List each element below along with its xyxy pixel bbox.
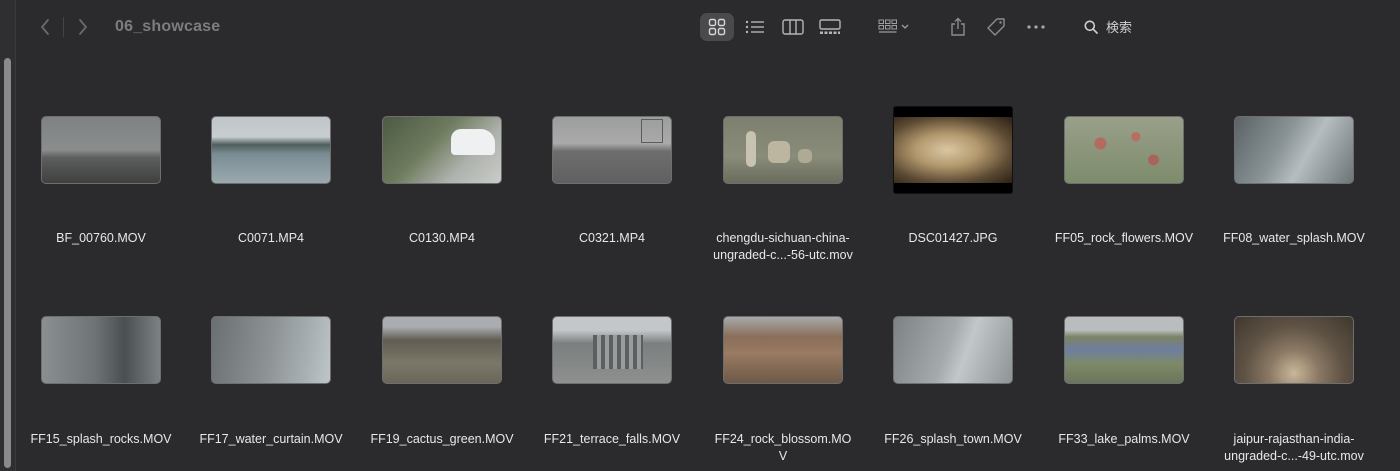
file-name: C0321.MP4 <box>578 231 645 245</box>
video-thumbnail <box>893 316 1013 384</box>
search-label: 検索 <box>1106 20 1133 35</box>
share-icon <box>951 17 965 36</box>
file-name-line2: V <box>778 449 788 463</box>
thumbnail-area <box>527 290 697 410</box>
file-name: DSC01427.JPG <box>908 231 998 245</box>
file-grid: BF_00760.MOV C0071.MP4 C0130.MP4 C0321.M… <box>16 54 1400 471</box>
share-button[interactable] <box>944 13 972 41</box>
file-name: BF_00760.MOV <box>56 231 146 245</box>
thumbnail-area <box>868 90 1038 210</box>
file-name-line1: FF24_rock_blossom.MO <box>714 432 852 446</box>
video-thumbnail <box>211 316 331 384</box>
video-thumbnail <box>1064 316 1184 384</box>
grid-view-icon <box>708 18 726 36</box>
video-thumbnail <box>382 116 502 184</box>
column-view-button[interactable] <box>778 13 808 41</box>
file-name: FF15_splash_rocks.MOV <box>30 432 172 446</box>
file-name: FF17_water_curtain.MOV <box>199 432 343 446</box>
video-thumbnail <box>211 116 331 184</box>
file-name-line1: chengdu-sichuan-china- <box>716 231 850 245</box>
forward-button[interactable] <box>70 14 96 40</box>
list-view-button[interactable] <box>740 13 770 41</box>
thumbnail-area <box>1209 90 1379 210</box>
thumbnail-area <box>186 90 356 210</box>
nav-divider <box>63 17 64 37</box>
file-name: FF19_cactus_green.MOV <box>370 432 514 446</box>
more-button[interactable] <box>1022 13 1050 41</box>
file-name: C0130.MP4 <box>408 231 475 245</box>
video-thumbnail <box>41 316 161 384</box>
video-thumbnail <box>723 116 843 184</box>
thumbnail-area <box>1039 290 1209 410</box>
thumbnail-area <box>16 290 186 410</box>
thumbnail-area <box>698 290 868 410</box>
thumbnail-area <box>1039 90 1209 210</box>
file-name: C0071.MP4 <box>237 231 304 245</box>
thumbnail-area <box>698 90 868 210</box>
photo-thumbnail <box>893 106 1013 194</box>
video-thumbnail <box>552 116 672 184</box>
thumbnail-area <box>1209 290 1379 410</box>
group-by-icon <box>878 19 909 33</box>
file-name: FF33_lake_palms.MOV <box>1058 432 1190 446</box>
file-name-line2: ungraded-c...-56-utc.mov <box>713 248 853 262</box>
tag-icon <box>987 18 1005 36</box>
file-name: FF05_rock_flowers.MOV <box>1054 231 1194 245</box>
video-thumbnail <box>1234 116 1354 184</box>
back-button[interactable] <box>32 14 58 40</box>
chevron-left-icon <box>41 19 49 35</box>
thumbnail-area <box>186 290 356 410</box>
search-field[interactable]: 検索 <box>1084 17 1132 36</box>
toolbar: 06_showcase 検索 <box>16 0 1400 54</box>
list-view-icon <box>745 20 764 34</box>
thumbnail-area <box>868 290 1038 410</box>
thumbnail-area <box>357 90 527 210</box>
file-name: FF21_terrace_falls.MOV <box>543 432 681 446</box>
vertical-scrollbar[interactable] <box>4 58 11 468</box>
thumbnail-area <box>357 290 527 410</box>
file-name: FF08_water_splash.MOV <box>1223 231 1365 245</box>
video-thumbnail <box>41 116 161 184</box>
thumbnail-area <box>16 90 186 210</box>
video-thumbnail <box>382 316 502 384</box>
file-name-line1: jaipur-rajasthan-india- <box>1233 432 1355 446</box>
folder-title: 06_showcase <box>115 18 221 35</box>
chevron-right-icon <box>79 19 87 35</box>
column-view-icon <box>782 19 804 35</box>
video-thumbnail <box>1234 316 1354 384</box>
file-name: FF26_splash_town.MOV <box>884 432 1022 446</box>
icon-view-button[interactable] <box>700 13 734 41</box>
video-thumbnail <box>723 316 843 384</box>
gallery-view-button[interactable] <box>815 13 845 41</box>
group-by-button[interactable] <box>874 13 914 41</box>
video-thumbnail <box>552 316 672 384</box>
file-name-line2: ungraded-c...-49-utc.mov <box>1224 449 1364 463</box>
thumbnail-area <box>527 90 697 210</box>
gallery-view-icon <box>819 19 841 34</box>
search-icon <box>1084 20 1098 34</box>
tag-button[interactable] <box>982 13 1010 41</box>
more-icon <box>1027 25 1045 29</box>
video-thumbnail <box>1064 116 1184 184</box>
